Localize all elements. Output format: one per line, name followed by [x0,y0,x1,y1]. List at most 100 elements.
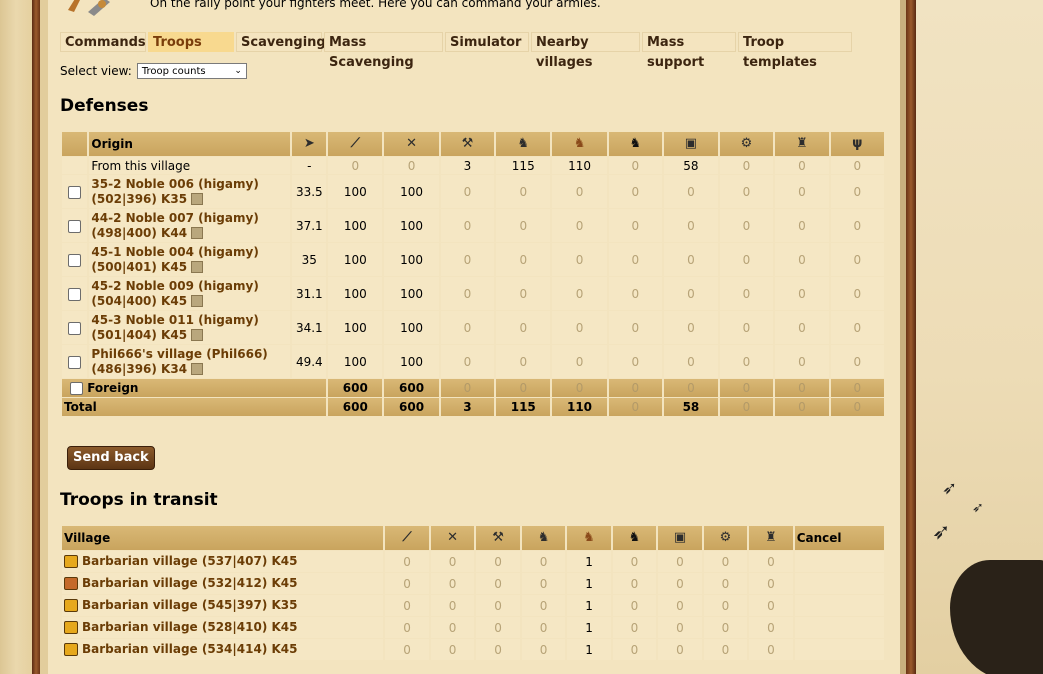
distance-header: ➤ [292,132,327,156]
select-view-value: Troop counts [141,65,206,77]
axe-icon: ⚒ [461,136,474,151]
map-icon[interactable] [191,261,204,273]
tab-commands[interactable]: Commands [60,32,146,52]
support-command-icon [64,555,78,568]
table-row: 44-2 Noble 007 (higamy) (498|400) K44 37.… [62,209,884,242]
origin-header: Origin [89,132,291,156]
row-checkbox[interactable] [68,287,82,301]
defenses-table: Origin ➤ ⟋ ✕ ⚒ ♞ ♞ ♞ ▣ ⚙ ♜ ψ From this v… [60,131,886,417]
heavy-cavalry-header: ♞ [608,132,663,156]
cancel-header: Cancel [794,526,884,550]
origin-village-link[interactable]: 45-3 Noble 011 (higamy) (501|404) K45 [91,313,258,343]
bird-decoration: ➶ [932,520,951,545]
map-icon[interactable] [191,193,204,205]
origin-village-link[interactable]: 45-2 Noble 009 (higamy) (504|400) K45 [91,279,258,309]
cancel-cell [794,551,884,572]
foreign-label: Foreign [87,381,139,395]
support-command-icon [64,643,78,656]
rally-point-icon [64,0,124,20]
bird-decoration: ➶ [942,478,958,499]
sword-header: ✕ [384,132,439,156]
table-row: Phil666's village (Phil666) (486|396) K34… [62,345,884,378]
map-icon[interactable] [191,363,204,375]
bird-decoration: ➶ [972,500,984,516]
row-checkbox[interactable] [68,219,82,233]
catapult-icon: ⚙ [719,530,732,545]
transit-village-link[interactable]: Barbarian village (532|412) K45 [64,576,298,591]
table-row: Barbarian village (537|407) K45 0 0 0 0 … [62,551,884,572]
catapult-icon: ⚙ [740,136,753,151]
distance-cell: - [292,157,327,174]
origin-village-link[interactable]: 44-2 Noble 007 (higamy) (498|400) K44 [91,211,258,241]
light-cavalry-icon: ♞ [583,530,595,545]
origin-village-link[interactable]: 35-2 Noble 006 (higamy) (502|396) K35 [91,177,258,207]
tab-scavenging[interactable]: Scavenging [236,32,326,52]
tab-troop-templates[interactable]: Troop templates [738,32,852,70]
table-row: From this village - 0 0 3 115 110 0 58 0… [62,157,884,174]
support-command-icon [64,599,78,612]
axe-icon: ⚒ [492,530,504,545]
frame-right [906,0,916,674]
transit-village-link[interactable]: Barbarian village (545|397) K35 [64,598,298,613]
paladin-icon: ♜ [765,530,777,545]
transit-village-link[interactable]: Barbarian village (537|407) K45 [64,554,298,569]
ram-header: ▣ [664,132,718,156]
cancel-cell [794,639,884,660]
tab-mass-scavenging[interactable]: Mass Scavenging [324,32,443,70]
map-icon[interactable] [191,295,204,307]
foreign-checkbox[interactable] [70,382,83,395]
light-cavalry-icon: ♞ [573,136,586,151]
catapult-header: ⚙ [719,132,774,156]
dark-foliage-decoration [950,560,1043,674]
transit-table: Village ⟋ ✕ ⚒ ♞ ♞ ♞ ▣ ⚙ ♜ Cancel Barbari… [60,525,886,661]
scout-icon: ♞ [537,530,550,545]
ram-icon: ▣ [684,136,698,151]
tab-mass-support[interactable]: Mass support [642,32,736,70]
tab-simulator[interactable]: Simulator [445,32,529,52]
distance-arrow-icon: ➤ [303,136,315,151]
tab-nearby-villages[interactable]: Nearby villages [531,32,640,70]
sword-icon: ✕ [406,136,418,151]
axe-header: ⚒ [440,132,495,156]
paladin-icon: ♜ [796,136,808,151]
content-edge [40,0,48,674]
row-checkbox[interactable] [68,185,82,199]
transit-village-link[interactable]: Barbarian village (534|414) K45 [64,642,298,657]
spear-icon: ⟋ [402,530,412,545]
row-checkbox[interactable] [68,321,82,335]
defenses-title: Defenses [60,96,149,116]
send-back-button[interactable]: Send back [67,446,155,470]
table-row: 35-2 Noble 006 (higamy) (502|396) K35 33.… [62,175,884,208]
scout-header: ♞ [496,132,551,156]
chevron-down-icon: ⌄ [234,66,242,76]
support-command-icon [64,621,78,634]
table-row: 45-1 Noble 004 (higamy) (500|401) K45 35 … [62,243,884,276]
table-row: 45-3 Noble 011 (higamy) (501|404) K45 34.… [62,311,884,344]
row-checkbox[interactable] [68,355,82,369]
militia-icon: ψ [852,136,863,151]
from-village-label: From this village [89,157,291,174]
map-icon[interactable] [191,227,204,239]
total-row: Total 600 600 3 115 110 0 58 0 0 0 [62,398,884,416]
select-view-dropdown[interactable]: Troop counts ⌄ [136,63,247,79]
origin-village-link[interactable]: 45-1 Noble 004 (higamy) (500|401) K45 [91,245,258,275]
militia-header: ψ [830,132,884,156]
village-header: Village [62,526,384,550]
cancel-cell [794,617,884,638]
foreign-row: Foreign 600 600 0 0 0 0 0 0 0 0 [62,379,884,397]
sword-icon: ✕ [447,530,459,545]
table-row: Barbarian village (534|414) K45 0 0 0 0 … [62,639,884,660]
map-icon[interactable] [191,329,204,341]
paladin-header: ♜ [775,132,829,156]
heavy-cavalry-icon: ♞ [629,136,642,151]
heavy-cavalry-icon: ♞ [628,530,641,545]
total-label: Total [62,398,327,416]
tab-troops[interactable]: Troops [148,32,234,52]
transit-title: Troops in transit [60,490,218,510]
select-view-label: Select view: [60,64,132,78]
origin-village-link[interactable]: Phil666's village (Phil666) (486|396) K34 [91,347,267,377]
light-cavalry-header: ♞ [552,132,607,156]
row-checkbox[interactable] [68,253,82,267]
table-row: Barbarian village (532|412) K45 0 0 0 0 … [62,573,884,594]
transit-village-link[interactable]: Barbarian village (528|410) K45 [64,620,298,635]
